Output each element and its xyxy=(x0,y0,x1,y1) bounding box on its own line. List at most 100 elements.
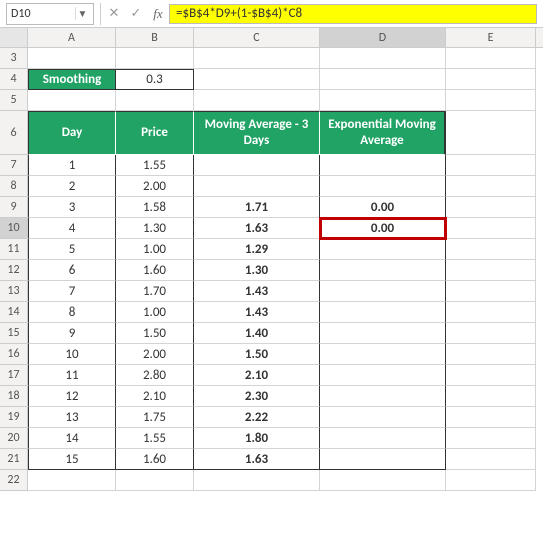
cell-day[interactable]: 12 xyxy=(28,386,116,407)
cell[interactable] xyxy=(446,239,536,260)
cell[interactable] xyxy=(320,69,446,90)
cell[interactable] xyxy=(446,386,536,407)
cell-ema[interactable]: 0.00 xyxy=(320,218,446,239)
row-header[interactable]: 8 xyxy=(0,176,28,197)
cell-day[interactable]: 1 xyxy=(28,155,116,176)
cell-ma[interactable]: 2.30 xyxy=(194,386,320,407)
row-header[interactable]: 4 xyxy=(0,69,28,90)
row-header[interactable]: 9 xyxy=(0,197,28,218)
cell-ema[interactable] xyxy=(320,449,446,470)
cell-ema[interactable] xyxy=(320,281,446,302)
cell-price[interactable]: 1.00 xyxy=(116,239,194,260)
cell-ema[interactable] xyxy=(320,428,446,449)
cell-day[interactable]: 13 xyxy=(28,407,116,428)
row-header[interactable]: 7 xyxy=(0,155,28,176)
cell[interactable] xyxy=(28,90,116,111)
cell-day[interactable]: 6 xyxy=(28,260,116,281)
cell[interactable] xyxy=(446,428,536,449)
smoothing-label[interactable]: Smoothing xyxy=(28,69,116,90)
cell[interactable] xyxy=(446,323,536,344)
cell-day[interactable]: 14 xyxy=(28,428,116,449)
cell-ma[interactable]: 1.71 xyxy=(194,197,320,218)
cell-day[interactable]: 10 xyxy=(28,344,116,365)
row-header[interactable]: 17 xyxy=(0,365,28,386)
cell[interactable] xyxy=(446,281,536,302)
row-header[interactable]: 15 xyxy=(0,323,28,344)
header-ema[interactable]: Exponential Moving Average xyxy=(320,111,446,155)
cell[interactable] xyxy=(446,365,536,386)
col-header-C[interactable]: C xyxy=(194,28,320,47)
row-header[interactable]: 12 xyxy=(0,260,28,281)
cell-price[interactable]: 1.58 xyxy=(116,197,194,218)
col-header-B[interactable]: B xyxy=(116,28,194,47)
cell-day[interactable]: 15 xyxy=(28,449,116,470)
formula-input[interactable]: =$B$4*D9+(1-$B$4)*C8 xyxy=(169,4,537,24)
cell-price[interactable]: 2.00 xyxy=(116,176,194,197)
cell-ema[interactable]: 0.00 xyxy=(320,197,446,218)
cell[interactable] xyxy=(116,470,194,491)
cell[interactable] xyxy=(446,302,536,323)
cell-ma[interactable]: 1.30 xyxy=(194,260,320,281)
cell-ema[interactable] xyxy=(320,176,446,197)
chevron-down-icon[interactable]: ▼ xyxy=(75,7,89,20)
header-price[interactable]: Price xyxy=(116,111,194,155)
cell-ema[interactable] xyxy=(320,344,446,365)
cell-price[interactable]: 1.55 xyxy=(116,155,194,176)
col-header-A[interactable]: A xyxy=(28,28,116,47)
cell[interactable] xyxy=(28,48,116,69)
cell-ma[interactable]: 1.50 xyxy=(194,344,320,365)
cell[interactable] xyxy=(446,90,536,111)
cell[interactable] xyxy=(194,69,320,90)
cell-price[interactable]: 1.60 xyxy=(116,449,194,470)
row-header[interactable]: 5 xyxy=(0,90,28,111)
cell[interactable] xyxy=(446,218,536,239)
cell[interactable] xyxy=(446,111,536,155)
cell-price[interactable]: 2.10 xyxy=(116,386,194,407)
cell-price[interactable]: 1.60 xyxy=(116,260,194,281)
row-header[interactable]: 3 xyxy=(0,48,28,69)
name-box[interactable]: D10 ▼ xyxy=(6,3,94,25)
cell-ema[interactable] xyxy=(320,386,446,407)
cell-price[interactable]: 2.00 xyxy=(116,344,194,365)
cell-day[interactable]: 2 xyxy=(28,176,116,197)
cell-day[interactable]: 9 xyxy=(28,323,116,344)
cell-ma[interactable]: 1.43 xyxy=(194,281,320,302)
cell-ma[interactable]: 1.63 xyxy=(194,218,320,239)
row-header[interactable]: 6 xyxy=(0,111,28,155)
cell-price[interactable]: 1.30 xyxy=(116,218,194,239)
cell-ma[interactable]: 2.10 xyxy=(194,365,320,386)
cell[interactable] xyxy=(446,176,536,197)
cell-ema[interactable] xyxy=(320,407,446,428)
cell-price[interactable]: 2.80 xyxy=(116,365,194,386)
header-day[interactable]: Day xyxy=(28,111,116,155)
cell-ema[interactable] xyxy=(320,323,446,344)
cell-ema[interactable] xyxy=(320,239,446,260)
fx-icon[interactable]: fx xyxy=(147,6,169,22)
cell[interactable] xyxy=(446,197,536,218)
row-header[interactable]: 14 xyxy=(0,302,28,323)
row-header[interactable]: 11 xyxy=(0,239,28,260)
cell[interactable] xyxy=(194,90,320,111)
cell[interactable] xyxy=(320,90,446,111)
cell[interactable] xyxy=(320,470,446,491)
cell-ma[interactable]: 1.43 xyxy=(194,302,320,323)
row-header[interactable]: 20 xyxy=(0,428,28,449)
cell-day[interactable]: 11 xyxy=(28,365,116,386)
header-ma[interactable]: Moving Average - 3 Days xyxy=(194,111,320,155)
cell-price[interactable]: 1.75 xyxy=(116,407,194,428)
row-header[interactable]: 10 xyxy=(0,218,28,239)
cell-price[interactable]: 1.50 xyxy=(116,323,194,344)
cell-price[interactable]: 1.55 xyxy=(116,428,194,449)
cell-day[interactable]: 4 xyxy=(28,218,116,239)
cell-ma[interactable]: 1.80 xyxy=(194,428,320,449)
cell-ema[interactable] xyxy=(320,260,446,281)
cell-price[interactable]: 1.70 xyxy=(116,281,194,302)
cell-ma[interactable] xyxy=(194,155,320,176)
row-header[interactable]: 19 xyxy=(0,407,28,428)
cell[interactable] xyxy=(194,48,320,69)
row-header[interactable]: 13 xyxy=(0,281,28,302)
cell-ma[interactable]: 1.40 xyxy=(194,323,320,344)
cell[interactable] xyxy=(116,48,194,69)
cell[interactable] xyxy=(446,48,536,69)
cell[interactable] xyxy=(446,470,536,491)
